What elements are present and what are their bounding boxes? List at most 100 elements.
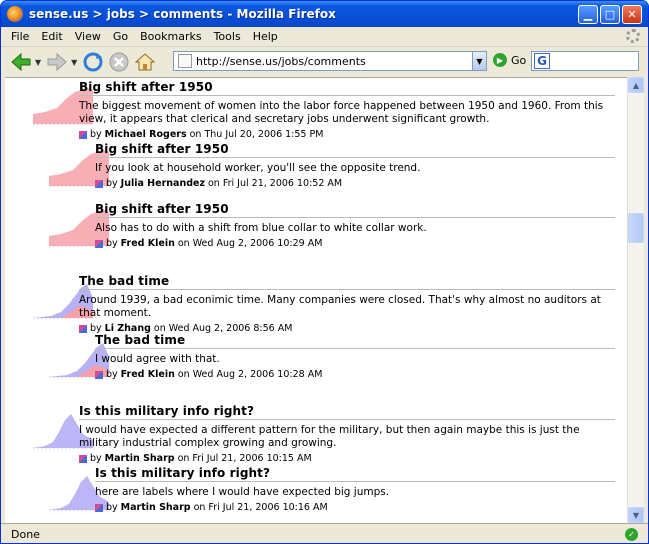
scroll-thumb[interactable] (628, 213, 644, 243)
comment-timestamp: on Fri Jul 21, 2006 10:15 AM (177, 453, 312, 464)
stop-button[interactable] (107, 50, 131, 74)
menu-file[interactable]: File (5, 30, 35, 43)
search-box[interactable]: G (531, 51, 639, 71)
menu-tools[interactable]: Tools (208, 30, 247, 43)
user-icon (95, 239, 103, 248)
comment-author[interactable]: Michael Rogers (105, 129, 187, 140)
stop-icon (109, 52, 129, 72)
comment-timestamp: on Wed Aug 2, 2006 10:28 AM (177, 369, 323, 380)
comment-author[interactable]: Julia Hernandez (121, 178, 205, 189)
url-bar[interactable]: ▼ (173, 51, 487, 71)
title-divider (79, 419, 615, 420)
comment-title[interactable]: Big shift after 1950 (79, 80, 615, 94)
by-label: by (90, 129, 102, 140)
title-divider (79, 289, 615, 290)
url-input[interactable] (196, 54, 472, 68)
reload-button[interactable] (81, 50, 105, 74)
back-button[interactable] (9, 50, 33, 74)
vertical-scrollbar[interactable]: ▲ ▼ (627, 77, 644, 523)
forward-arrow-icon (47, 52, 67, 72)
status-bar: Done ✓ (1, 523, 648, 543)
forward-dropdown-icon[interactable]: ▼ (71, 58, 77, 67)
user-icon (95, 179, 103, 188)
comment-body: Big shift after 1950 The biggest movement… (79, 80, 615, 140)
go-button[interactable]: ▶ Go (493, 53, 526, 67)
menu-help[interactable]: Help (247, 30, 284, 43)
forward-button[interactable] (45, 50, 69, 74)
comment-body: Is this military info right? I would have… (79, 404, 615, 464)
comment-author[interactable]: Fred Klein (121, 238, 175, 249)
throbber-icon (626, 29, 640, 43)
menu-edit[interactable]: Edit (35, 30, 68, 43)
comment-text: Also has to do with a shift from blue co… (95, 222, 427, 234)
comment-meta: by Martin Sharp on Fri Jul 21, 2006 10:15 … (79, 453, 615, 464)
comment-title[interactable]: Is this military info right? (79, 404, 615, 418)
by-label: by (106, 502, 118, 513)
comment-body: Is this military info right? here are lab… (95, 466, 615, 513)
menu-bookmarks[interactable]: Bookmarks (134, 30, 207, 43)
comment-title[interactable]: Big shift after 1950 (95, 202, 615, 216)
comment-text: I would agree with that. (95, 353, 220, 365)
browser-window: sense.us > jobs > comments - Mozilla Fir… (0, 0, 649, 544)
url-dropdown-icon[interactable]: ▼ (472, 52, 486, 70)
back-arrow-icon (11, 52, 31, 72)
comment-text: If you look at household worker, you'll … (95, 162, 421, 174)
comment-meta: by Michael Rogers on Thu Jul 20, 2006 1:55… (79, 129, 615, 140)
comment-item: The bad time Around 1939, a bad econimic … (5, 274, 625, 334)
secure-check-icon: ✓ (625, 528, 638, 541)
home-button[interactable] (133, 50, 157, 74)
user-icon (79, 130, 87, 139)
title-divider (95, 481, 615, 482)
firefox-icon (7, 6, 23, 22)
google-icon: G (534, 53, 550, 69)
user-icon (79, 324, 87, 333)
comment-item: Big shift after 1950 Also has to do with … (5, 202, 625, 262)
menu-view[interactable]: View (69, 30, 107, 43)
by-label: by (106, 238, 118, 249)
go-arrow-icon: ▶ (493, 53, 507, 67)
scroll-down-icon[interactable]: ▼ (628, 507, 644, 523)
reload-icon (83, 52, 103, 72)
comment-item: Is this military info right? I would have… (5, 404, 625, 464)
comment-meta: by Julia Hernandez on Fri Jul 21, 2006 10:… (95, 178, 615, 189)
status-text: Done (11, 528, 40, 541)
by-label: by (106, 178, 118, 189)
comment-timestamp: on Thu Jul 20, 2006 1:55 PM (189, 129, 324, 140)
comment-text: Around 1939, a bad econimic time. Many c… (79, 294, 601, 319)
comment-author[interactable]: Martin Sharp (105, 453, 175, 464)
comment-author[interactable]: Martin Sharp (121, 502, 191, 513)
comment-body: Big shift after 1950 If you look at house… (95, 142, 615, 189)
scroll-up-icon[interactable]: ▲ (628, 77, 644, 93)
comment-title[interactable]: The bad time (95, 333, 615, 347)
page-icon (178, 54, 192, 68)
comment-author[interactable]: Fred Klein (121, 369, 175, 380)
menu-bar: File Edit View Go Bookmarks Tools Help (1, 27, 648, 47)
title-divider (95, 348, 615, 349)
menu-go[interactable]: Go (107, 30, 134, 43)
comment-body: The bad time Around 1939, a bad econimic … (79, 274, 615, 334)
comment-text: I would have expected a different patter… (79, 424, 580, 449)
comment-text: here are labels where I would have expec… (95, 486, 390, 498)
comment-title[interactable]: Big shift after 1950 (95, 142, 615, 156)
by-label: by (106, 369, 118, 380)
title-divider (79, 95, 615, 96)
back-dropdown-icon[interactable]: ▼ (35, 58, 41, 67)
maximize-button[interactable]: □ (600, 5, 620, 24)
comment-item: Big shift after 1950 The biggest movement… (5, 80, 625, 140)
by-label: by (90, 453, 102, 464)
user-icon (79, 454, 87, 463)
comment-meta: by Fred Klein on Wed Aug 2, 2006 10:28 AM (95, 369, 615, 380)
close-button[interactable]: ✕ (622, 5, 642, 24)
user-icon (95, 370, 103, 379)
navigation-toolbar: ▼ ▼ ▼ ▶ Go G (1, 48, 648, 76)
go-label: Go (511, 53, 527, 67)
comment-title[interactable]: Is this military info right? (95, 466, 615, 480)
window-title: sense.us > jobs > comments - Mozilla Fir… (29, 7, 336, 21)
comment-timestamp: on Fri Jul 21, 2006 10:52 AM (207, 178, 343, 189)
comment-meta: by Fred Klein on Wed Aug 2, 2006 10:29 AM (95, 238, 615, 249)
title-divider (95, 217, 615, 218)
comment-title[interactable]: The bad time (79, 274, 615, 288)
minimize-button[interactable]: ▁ (578, 5, 598, 24)
comment-meta: by Martin Sharp on Fri Jul 21, 2006 10:16 … (95, 502, 615, 513)
comment-item: Big shift after 1950 If you look at house… (5, 142, 625, 202)
